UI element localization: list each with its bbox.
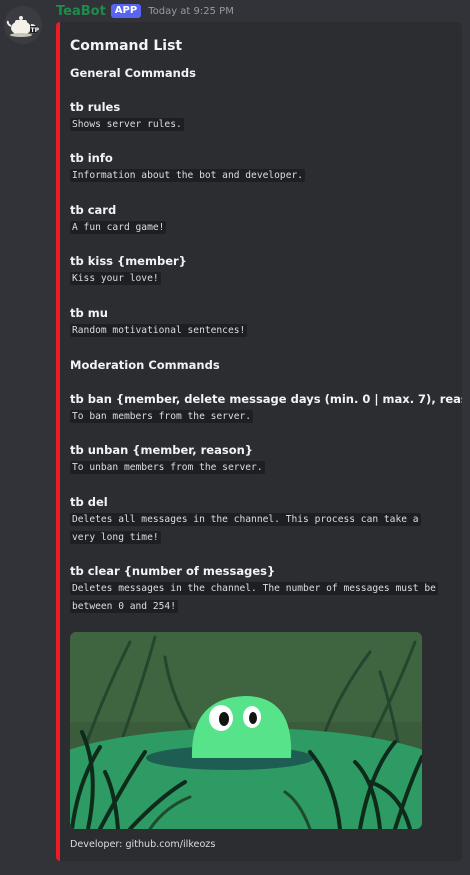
command-description: Kiss your love! [70,272,161,285]
bot-avatar[interactable]: TP [4,6,42,44]
command-description: To unban members from the server. [70,461,265,474]
command-name: tb kiss {member} [70,254,187,268]
command-name: tb mu [70,306,108,320]
command-description: Deletes all messages in the channel. Thi… [70,513,421,544]
command-name: tb del [70,495,108,509]
embed: Command List General Commands tb rules S… [56,22,462,861]
command-name: tb ban {member, delete message days (min… [70,392,462,406]
command-description: Shows server rules. [70,118,184,131]
command-name: tb info [70,151,113,165]
slime-in-pond-illustration [70,632,422,829]
teapot-icon: TP [4,6,42,44]
username[interactable]: TeaBot [56,4,106,19]
svg-text:TP: TP [31,27,40,34]
command-name: tb clear {number of messages} [70,564,276,578]
general-commands-heading: General Commands [70,66,196,80]
command-name: tb card [70,203,117,217]
moderation-commands-heading: Moderation Commands [70,358,220,372]
command-description: To ban members from the server. [70,410,254,423]
embed-footer: Developer: github.com/ilkeozs [70,839,216,850]
embed-title: Command List [70,38,183,54]
command-description: Deletes messages in the channel. The num… [70,582,438,613]
embed-image[interactable] [70,632,422,829]
timestamp[interactable]: Today at 9:25 PM [148,6,234,17]
command-description: Information about the bot and developer. [70,169,306,182]
command-name: tb unban {member, reason} [70,443,253,457]
message-header: TeaBot APP Today at 9:25 PM [56,3,234,19]
app-badge: APP [110,4,142,18]
command-name: tb rules [70,100,121,114]
command-description: A fun card game! [70,221,167,234]
embed-accent-bar [56,22,60,861]
command-description: Random motivational sentences! [70,324,248,337]
